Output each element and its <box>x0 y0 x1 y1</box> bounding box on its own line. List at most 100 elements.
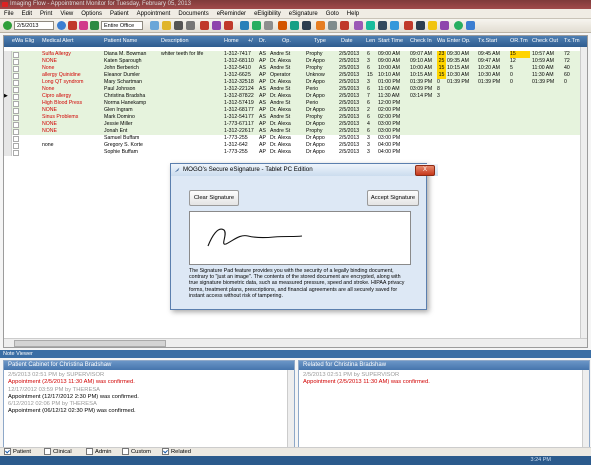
col-tx-start[interactable]: Tx.Start <box>478 36 497 47</box>
table-row[interactable]: Samuel Buffam 1-773-255-2607 AP Dr. Alexa Dr… <box>4 135 587 142</box>
tool-icon[interactable] <box>90 21 99 30</box>
checkbox-icon[interactable] <box>162 448 169 455</box>
calendar-back-icon[interactable] <box>57 21 66 30</box>
office-select[interactable]: Entire Office <box>101 21 143 30</box>
ledger-icon[interactable] <box>316 21 325 30</box>
font-larger-icon[interactable] <box>174 21 183 30</box>
col-len[interactable]: Len <box>366 36 375 47</box>
menu-documents[interactable]: Documents <box>174 9 212 19</box>
lab-icon[interactable] <box>278 21 287 30</box>
patient-cabinet-scrollbar[interactable] <box>287 370 294 447</box>
grid-horizontal-scrollbar[interactable] <box>4 338 587 347</box>
menu-ereminder[interactable]: eReminder <box>213 9 250 19</box>
note-icon[interactable] <box>428 21 437 30</box>
row-selector[interactable] <box>4 114 12 121</box>
table-row[interactable]: Sophie Buffam 1-773-255-2607 AP Dr. Alexa Dr… <box>4 149 587 156</box>
help-icon[interactable] <box>466 21 475 30</box>
col-tx-tm[interactable]: Tx.Tm <box>564 36 580 47</box>
table-row[interactable]: None John Berberich 1-312-541-34460 AS Andre… <box>4 65 587 72</box>
related-cabinet-scrollbar[interactable] <box>582 370 589 447</box>
delete-icon[interactable] <box>79 21 88 30</box>
menu-eeligibility[interactable]: eEligibility <box>250 9 285 19</box>
col-elig[interactable]: Elig <box>25 36 34 47</box>
col-patient-name[interactable]: Patient Name <box>104 36 137 47</box>
menu-esignature[interactable]: eSignature <box>285 9 322 19</box>
row-selector[interactable] <box>4 58 12 65</box>
checkbox-icon[interactable] <box>122 448 129 455</box>
menu-view[interactable]: View <box>56 9 77 19</box>
clear-signature-button[interactable]: Clear Signature <box>189 190 239 206</box>
date-field[interactable]: 2/5/2013 <box>14 21 54 30</box>
col-enter-op[interactable]: Enter Op. <box>447 36 471 47</box>
chart-icon[interactable] <box>224 21 233 30</box>
table-row[interactable]: NONE Jonah Ent 1-312-226-659317 AS Andre St P… <box>4 128 587 135</box>
grid-icon[interactable] <box>302 21 311 30</box>
col-check-out[interactable]: Check Out <box>532 36 558 47</box>
table-row[interactable]: ▶ Cipro allergy Christina Bradsha 1-312-878… <box>4 93 587 100</box>
col-home[interactable]: Home <box>224 36 239 47</box>
col-medical-alert[interactable]: Medical Alert <box>42 36 74 47</box>
row-selector[interactable] <box>4 51 12 58</box>
table-row[interactable]: NONE Glen Ingram 1-312-681-262477 AP Dr. Ale… <box>4 107 587 114</box>
filter-icon[interactable] <box>150 21 159 30</box>
ewa-checkbox[interactable] <box>13 150 19 156</box>
menu-help[interactable]: Help <box>343 9 363 19</box>
image-icon[interactable] <box>290 21 299 30</box>
signature-pad[interactable] <box>189 211 411 265</box>
table-row[interactable]: None Paul Johnson 1-312-221-072124 AS Andre … <box>4 86 587 93</box>
row-selector[interactable] <box>4 65 12 72</box>
row-selector[interactable] <box>4 149 12 156</box>
schedule-icon[interactable] <box>200 21 209 30</box>
mail-icon[interactable] <box>390 21 399 30</box>
tooth-icon[interactable] <box>328 21 337 30</box>
col-description[interactable]: Description <box>161 36 189 47</box>
scan-icon[interactable] <box>378 21 387 30</box>
table-row[interactable]: allergy Quinidine Eleanor Dumler 1-312-662… <box>4 72 587 79</box>
print-icon[interactable] <box>440 21 449 30</box>
row-selector[interactable]: ▶ <box>4 93 12 100</box>
table-row[interactable]: Sinus Problems Mark Domino 1-312-541-16497… <box>4 114 587 121</box>
col-type[interactable]: Type <box>314 36 326 47</box>
col-start-time[interactable]: Start Time <box>378 36 403 47</box>
col-wa[interactable]: Wa <box>437 36 445 47</box>
row-selector[interactable] <box>4 142 12 149</box>
patient-icon[interactable] <box>240 21 249 30</box>
row-selector[interactable] <box>4 100 12 107</box>
menu-file[interactable]: File <box>0 9 18 19</box>
row-selector[interactable] <box>4 72 12 79</box>
table-row[interactable]: Long QT syndrom Mary Schartman 1-312-325-8… <box>4 79 587 86</box>
globe-icon[interactable] <box>454 21 463 30</box>
menu-goto[interactable]: Goto <box>322 9 343 19</box>
menu-edit[interactable]: Edit <box>18 9 36 19</box>
row-selector[interactable] <box>4 121 12 128</box>
col-plus-minus[interactable]: +/ <box>248 36 253 47</box>
accept-signature-button[interactable]: Accept Signature <box>367 190 419 206</box>
row-selector[interactable] <box>4 128 12 135</box>
alert-icon[interactable] <box>162 21 171 30</box>
table-row[interactable]: NONE Jessie Miller 1-773-671-771417 AP Dr. A… <box>4 121 587 128</box>
row-selector[interactable] <box>4 86 12 93</box>
users-icon[interactable] <box>212 21 221 30</box>
menu-print[interactable]: Print <box>36 9 56 19</box>
pen-icon[interactable] <box>354 21 363 30</box>
menu-patient[interactable]: Patient <box>106 9 133 19</box>
fingerprint-icon[interactable] <box>366 21 375 30</box>
menu-options[interactable]: Options <box>77 9 106 19</box>
menu-appointment[interactable]: Appointment <box>133 9 175 19</box>
grid-vertical-scrollbar[interactable] <box>580 47 587 339</box>
stop-icon[interactable] <box>68 21 77 30</box>
col-or-tm[interactable]: OR.Tm <box>510 36 528 47</box>
refresh-icon[interactable] <box>3 21 12 30</box>
table-row[interactable]: none Gregory S. Korte 1-312-642-4422 AP Dr. … <box>4 142 587 149</box>
camera-icon[interactable] <box>416 21 425 30</box>
row-selector[interactable] <box>4 135 12 142</box>
link-icon[interactable] <box>264 21 273 30</box>
col-op[interactable]: Op. <box>282 36 291 47</box>
checkbox-icon[interactable] <box>44 448 51 455</box>
book-icon[interactable] <box>404 21 413 30</box>
col-dr[interactable]: Dr. <box>259 36 266 47</box>
col-ewa[interactable]: eWa <box>12 36 23 47</box>
row-selector[interactable] <box>4 107 12 114</box>
table-row[interactable]: High Blood Press Norma Hanekamp 1-312-574-… <box>4 100 587 107</box>
alarm-icon[interactable] <box>340 21 349 30</box>
